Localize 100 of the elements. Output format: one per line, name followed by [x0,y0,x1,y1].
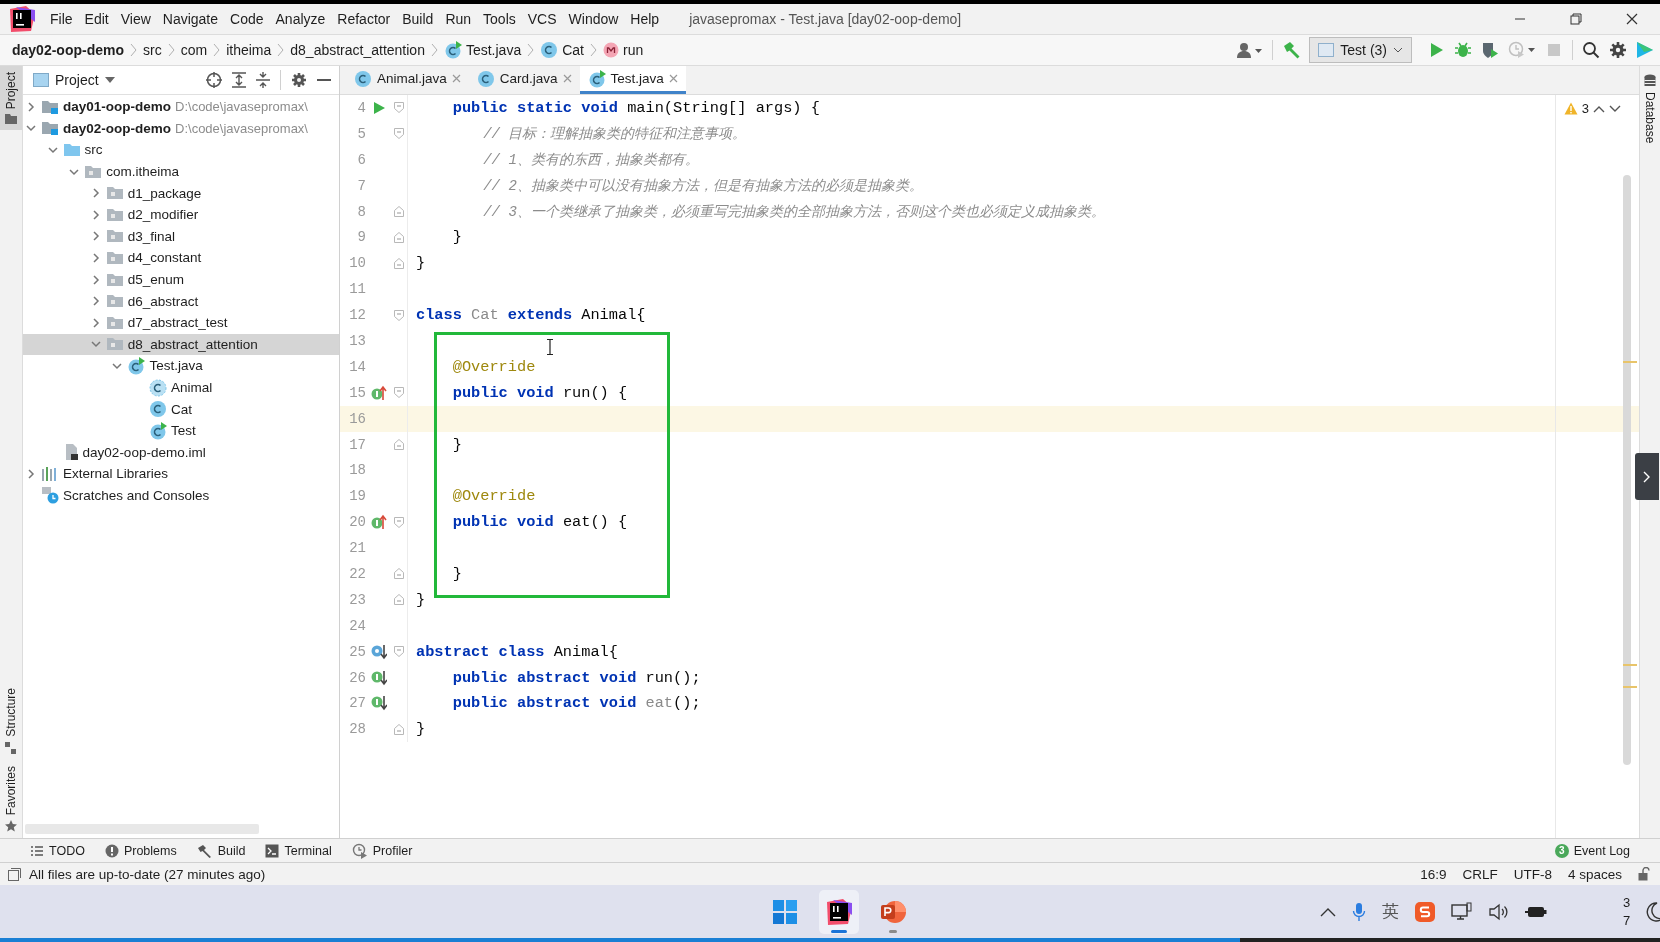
implemented-method-icon[interactable] [371,695,387,712]
breadcrumb-item[interactable]: Cat [562,42,584,58]
menu-item[interactable]: Code [224,4,270,34]
moon-icon[interactable] [1646,901,1660,922]
tree-item[interactable]: Animal [23,376,339,399]
clock-text[interactable]: 3 [1623,893,1631,912]
override-method-icon[interactable] [371,384,387,401]
menu-item[interactable]: View [114,4,157,34]
tree-item[interactable]: Test [23,419,339,442]
line-separator[interactable]: CRLF [1462,866,1498,882]
tree-item[interactable]: d3_final [23,225,339,248]
tool-tab[interactable]: TODO [30,843,85,858]
editor-tab[interactable]: Animal.java [346,66,469,94]
warning-count[interactable]: 3 [1581,101,1589,116]
menu-item[interactable]: VCS [521,4,563,34]
menu-item[interactable]: Tools [477,4,522,34]
menu-item[interactable]: Window [562,4,625,34]
event-log-tab[interactable]: 3 Event Log [1554,843,1630,858]
close-icon[interactable] [668,74,678,83]
close-icon[interactable] [562,74,572,83]
tool-tab[interactable]: Profiler [351,842,413,859]
tree-item[interactable]: Scratches and Consoles [23,484,339,507]
tool-window-tab[interactable]: Favorites [0,759,22,838]
implemented-method-icon[interactable] [371,669,387,686]
windows-start-icon[interactable] [772,898,798,925]
tree-item[interactable]: d6_abstract [23,290,339,312]
tool-tab[interactable]: Build [196,843,246,858]
menu-item[interactable]: Run [439,4,478,34]
caret-position[interactable]: 16:9 [1420,866,1447,882]
tree-item[interactable]: d1_package [23,182,339,204]
tree-item[interactable]: Cat [23,398,339,420]
editor-tab[interactable]: Test.java [579,66,686,94]
battery-charging-icon[interactable] [1525,904,1547,919]
tool-tab[interactable]: Problems [104,843,177,858]
panel-title[interactable]: Project [55,72,99,88]
debug-bug-icon[interactable] [1454,41,1472,59]
menu-item[interactable]: Navigate [156,4,225,34]
breadcrumb-item[interactable]: Test.java [465,42,522,58]
input-method-app-icon[interactable] [1415,901,1435,922]
tree-item[interactable]: Test.java [23,355,339,377]
search-icon[interactable] [1582,41,1600,59]
menu-item[interactable]: Refactor [331,4,397,34]
tree-item[interactable]: src [23,139,339,161]
chevron-up-icon[interactable] [1320,906,1336,917]
editor-tab[interactable]: Card.java [468,66,580,94]
breadcrumb-item[interactable]: src [143,42,162,58]
menu-item[interactable]: Help [624,4,666,34]
run-config-dropdown[interactable]: Test (3) [1309,37,1412,63]
menu-item[interactable]: Edit [78,4,115,34]
menu-item[interactable]: File [44,4,79,34]
settings-icon[interactable] [1609,41,1627,59]
tree-item[interactable]: d7_abstract_test [23,311,339,334]
tree-item[interactable]: day01-oop-demo D:\code\javasepromax\ [23,96,339,118]
tool-tab[interactable]: Terminal [265,843,332,858]
hammer-icon[interactable] [1282,41,1301,59]
run-icon[interactable] [372,100,386,115]
hide-icon[interactable] [317,78,331,82]
breadcrumb-item[interactable]: itheima [226,42,272,58]
speaker-icon[interactable] [1489,902,1509,921]
tool-window-tab[interactable]: Project [0,66,22,131]
lock-icon[interactable] [1638,867,1650,881]
tree-item[interactable]: com.itheima [23,160,339,183]
tool-window-tab[interactable]: Structure [0,681,22,760]
scrollbar[interactable] [1623,175,1631,765]
menu-item[interactable]: Analyze [269,4,332,34]
breadcrumb-item[interactable]: day02-oop-demo [12,42,124,58]
collapse-all-icon[interactable] [256,72,270,88]
star-icon [5,820,17,832]
microphone-icon[interactable] [1352,901,1366,922]
clock-text[interactable]: 7 [1623,911,1631,930]
tree-item[interactable]: day02-oop-demo.iml [23,441,339,464]
user-caret-icon[interactable] [1237,42,1264,58]
input-method-indicator[interactable]: 英 [1382,900,1399,923]
override-method-icon[interactable] [371,514,387,531]
ide-app-icon[interactable] [825,897,853,926]
tree-item[interactable]: d5_enum [23,268,339,291]
expand-all-icon[interactable] [232,72,246,88]
ide-app-icon[interactable] [8,5,36,33]
tree-item[interactable]: d4_constant [23,247,339,269]
tree-item[interactable]: d8_abstract_attention [23,333,339,356]
tool-window-tab[interactable]: Database [1643,92,1657,144]
implemented-class-icon[interactable] [371,643,387,660]
status-panel-icon[interactable] [8,867,21,881]
network-icon[interactable] [1451,901,1473,922]
locate-icon[interactable] [206,72,222,88]
settings-icon[interactable] [291,72,307,88]
breadcrumb-chevron-icon [527,43,535,57]
breadcrumb-item[interactable]: d8_abstract_attention [290,42,425,58]
menu-item[interactable]: Build [396,4,440,34]
file-encoding[interactable]: UTF-8 [1513,866,1552,882]
coverage-shield-icon[interactable] [1481,41,1499,59]
breadcrumb-item[interactable]: com [180,42,208,58]
tree-item[interactable]: External Libraries [23,463,339,485]
breadcrumb-item[interactable]: run [623,42,644,58]
tree-item[interactable]: day02-oop-demo D:\code\javasepromax\ [23,117,339,140]
close-icon[interactable] [451,74,461,83]
side-panel-tab[interactable] [1635,453,1659,500]
caret-icon[interactable] [104,76,115,84]
indent-setting[interactable]: 4 spaces [1567,866,1622,882]
tree-item[interactable]: d2_modifier [23,203,339,226]
